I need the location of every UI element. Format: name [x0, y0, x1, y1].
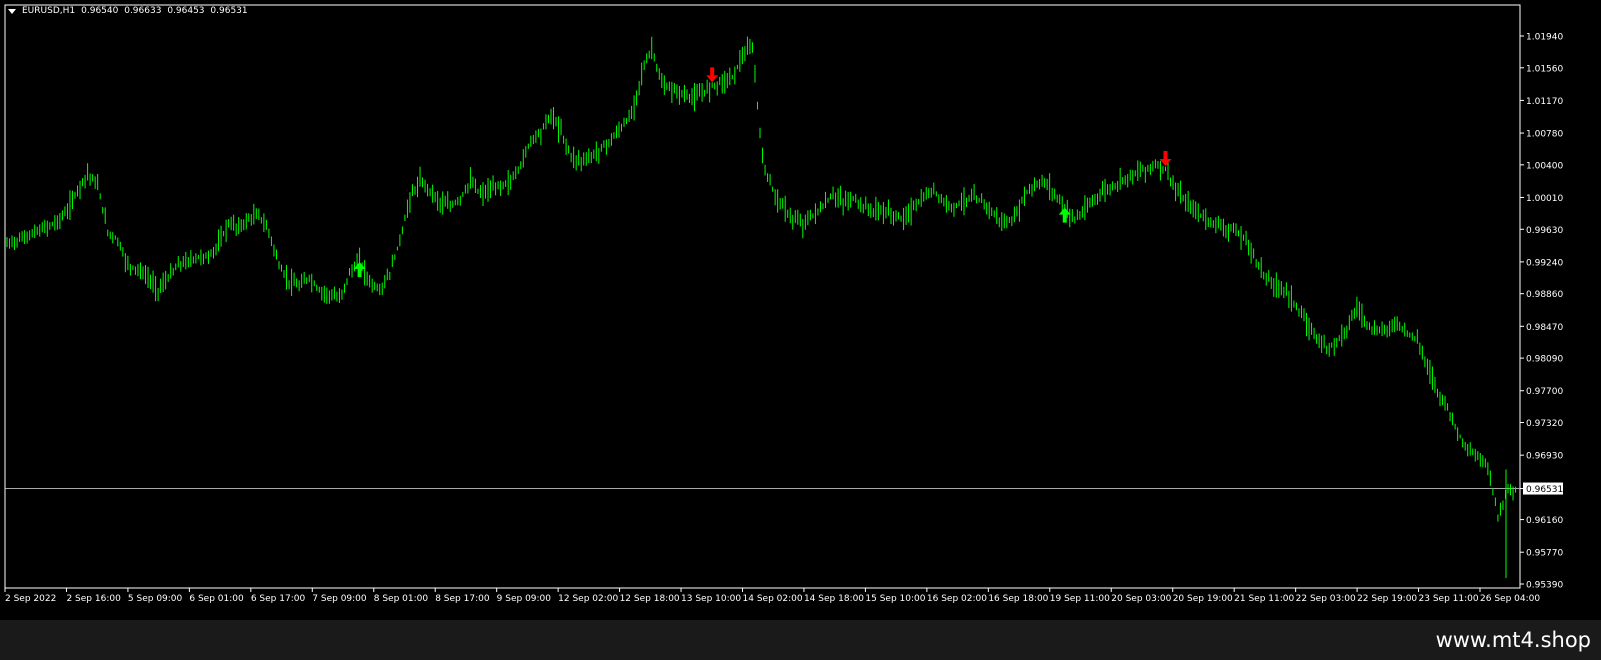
- y-tick-label: 1.01560: [1526, 64, 1563, 74]
- x-tick-label: 13 Sep 10:00: [681, 594, 741, 604]
- x-tick-label: 8 Sep 01:00: [374, 594, 429, 604]
- signal-arrow-shape: [1058, 207, 1071, 223]
- x-tick-label: 12 Sep 18:00: [620, 594, 680, 604]
- x-tick-label: 5 Sep 09:00: [128, 594, 183, 604]
- y-tick-label: 0.95770: [1526, 549, 1563, 559]
- open-value: 0.96540: [81, 6, 119, 16]
- x-tick-label: 22 Sep 19:00: [1357, 594, 1417, 604]
- y-tick-label: 1.00780: [1526, 130, 1563, 140]
- y-tick-label: 0.97700: [1526, 387, 1563, 397]
- y-tick-label: 0.98470: [1526, 323, 1563, 333]
- high-value: 0.96633: [124, 6, 162, 16]
- x-tick-label: 22 Sep 03:00: [1296, 594, 1356, 604]
- y-tick-label: 1.00010: [1526, 194, 1563, 204]
- y-tick-label: 0.96160: [1526, 516, 1563, 526]
- x-tick-label: 6 Sep 17:00: [251, 594, 306, 604]
- y-tick-label: 0.99630: [1526, 226, 1563, 236]
- close-value: 0.96531: [210, 6, 248, 16]
- x-tick-label: 20 Sep 03:00: [1111, 594, 1171, 604]
- menu-triangle-icon[interactable]: [8, 8, 16, 14]
- x-tick-label: 9 Sep 09:00: [497, 594, 552, 604]
- y-tick-label: 1.01170: [1526, 97, 1563, 107]
- x-tick-label: 15 Sep 10:00: [865, 594, 925, 604]
- symbol-timeframe: EURUSD,H1: [22, 6, 76, 16]
- sell-arrow-icon: [706, 67, 719, 83]
- chart-header: EURUSD,H1 0.96540 0.96633 0.96453 0.9653…: [8, 6, 251, 16]
- watermark: www.mt4.shop: [1435, 628, 1591, 652]
- low-value: 0.96453: [167, 6, 205, 16]
- x-tick-label: 2 Sep 2022: [5, 594, 56, 604]
- plot-border: [4, 4, 1521, 589]
- x-tick-label: 6 Sep 01:00: [189, 594, 244, 604]
- buy-arrow-icon: [353, 262, 366, 278]
- price-chart[interactable]: 1.01940 1.01560 1.01170 1.00780 1.00400 1.000…: [0, 0, 1601, 620]
- x-tick-label: 7 Sep 09:00: [312, 594, 367, 604]
- signal-arrow-shape: [353, 262, 366, 278]
- signal-arrow-shape: [1159, 151, 1172, 167]
- y-tick-label: 0.96531: [1526, 485, 1563, 495]
- x-tick-label: 16 Sep 02:00: [927, 594, 987, 604]
- y-tick-label: 0.99240: [1526, 258, 1563, 268]
- x-tick-label: 14 Sep 18:00: [804, 594, 864, 604]
- y-tick-label: 1.01940: [1526, 33, 1563, 43]
- x-tick-label: 16 Sep 18:00: [988, 594, 1048, 604]
- x-tick-label: 26 Sep 04:00: [1480, 594, 1540, 604]
- signal-arrow-shape: [706, 67, 719, 83]
- x-tick-label: 14 Sep 02:00: [743, 594, 803, 604]
- x-tick-label: 19 Sep 11:00: [1050, 594, 1110, 604]
- x-tick-label: 12 Sep 02:00: [558, 594, 618, 604]
- buy-arrow-icon: [1058, 207, 1071, 223]
- chart-window[interactable]: 1.01940 1.01560 1.01170 1.00780 1.00400 1.000…: [0, 0, 1601, 620]
- y-tick-label: 0.97320: [1526, 419, 1563, 429]
- y-tick-label: 0.96930: [1526, 452, 1563, 462]
- sell-arrow-icon: [1159, 151, 1172, 167]
- y-tick-label: 1.00400: [1526, 161, 1563, 171]
- x-tick-label: 23 Sep 11:00: [1419, 594, 1479, 604]
- x-tick-label: 2 Sep 16:00: [66, 594, 121, 604]
- y-tick-label: 0.95390: [1526, 581, 1563, 591]
- x-tick-label: 8 Sep 17:00: [435, 594, 490, 604]
- y-tick-label: 0.98090: [1526, 355, 1563, 365]
- x-tick-label: 21 Sep 11:00: [1234, 594, 1294, 604]
- y-tick-label: 0.98860: [1526, 290, 1563, 300]
- x-tick-label: 20 Sep 19:00: [1173, 594, 1233, 604]
